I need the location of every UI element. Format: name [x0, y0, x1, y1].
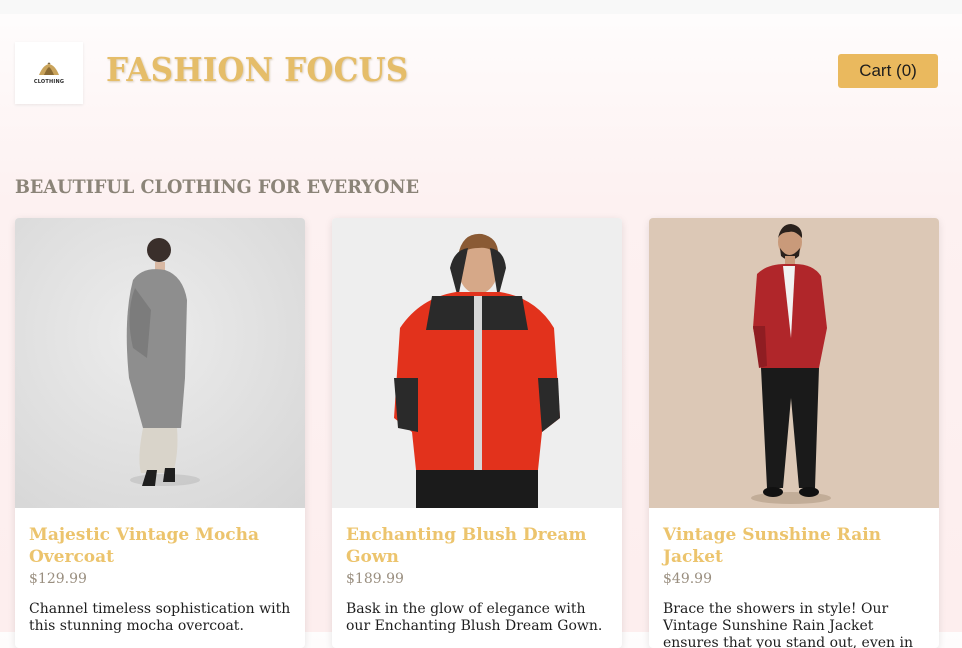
section-title: BEAUTIFUL CLOTHING FOR EVERYONE: [15, 176, 420, 198]
product-name[interactable]: Majestic Vintage Mocha Overcoat: [29, 524, 295, 568]
logo-text: CLOTHING: [33, 78, 65, 85]
logo[interactable]: CLOTHING: [15, 42, 83, 104]
product-card-overcoat[interactable]: Majestic Vintage Mocha Overcoat $129.99 …: [15, 218, 305, 648]
top-strip: [0, 0, 962, 14]
product-card-rain-jacket[interactable]: Vintage Sunshine Rain Jacket $49.99 Brac…: [649, 218, 939, 648]
hanger-logo-icon: [39, 62, 59, 75]
product-description: Brace the showers in style! Our Vintage …: [663, 601, 913, 648]
product-info: Majestic Vintage Mocha Overcoat $129.99 …: [29, 524, 295, 635]
product-info: Enchanting Blush Dream Gown $189.99 Bask…: [346, 524, 612, 635]
brand-title[interactable]: FASHION FOCUS: [106, 50, 408, 89]
product-description: Bask in the glow of elegance with our En…: [346, 601, 603, 634]
product-name[interactable]: Vintage Sunshine Rain Jacket: [663, 524, 929, 568]
product-image-rain-jacket[interactable]: [649, 218, 939, 508]
product-image-overcoat[interactable]: [15, 218, 305, 508]
product-image-gown[interactable]: [332, 218, 622, 508]
site-header: CLOTHING FASHION FOCUS Cart (0): [0, 38, 962, 108]
product-price: $129.99: [29, 571, 87, 587]
product-price: $189.99: [346, 571, 404, 587]
cart-button[interactable]: Cart (0): [838, 54, 938, 88]
product-card-gown[interactable]: Enchanting Blush Dream Gown $189.99 Bask…: [332, 218, 622, 648]
product-name[interactable]: Enchanting Blush Dream Gown: [346, 524, 612, 568]
product-info: Vintage Sunshine Rain Jacket $49.99 Brac…: [663, 524, 929, 648]
product-price: $49.99: [663, 571, 712, 587]
product-description: Channel timeless sophistication with thi…: [29, 601, 291, 634]
